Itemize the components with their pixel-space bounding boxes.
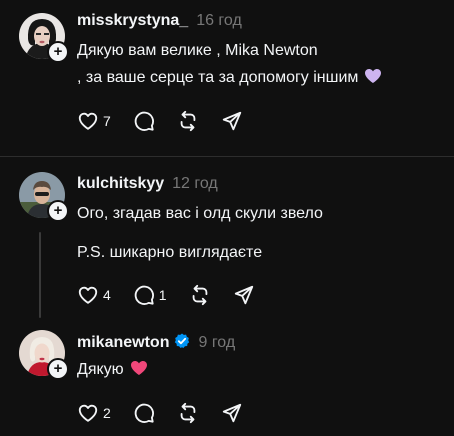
share-button[interactable] — [233, 284, 255, 306]
username[interactable]: kulchitskyy — [77, 175, 164, 193]
speech-bubble-icon — [134, 285, 154, 305]
comment-text-line-2: P.S. шикарно виглядаєте — [77, 244, 263, 261]
action-bar: 2 — [77, 402, 265, 424]
reply-button[interactable]: 1 — [133, 284, 167, 306]
repost-button[interactable] — [177, 402, 199, 424]
repost-arrows-icon — [180, 110, 196, 132]
repost-arrows-icon — [180, 402, 196, 424]
timestamp[interactable]: 12 год — [172, 175, 218, 193]
avatar-wrap[interactable]: + — [19, 13, 69, 63]
paper-plane-icon — [222, 111, 241, 131]
like-count: 4 — [103, 287, 111, 303]
repost-arrows-icon — [192, 284, 207, 306]
comment-item: + mikanewton 9 год Дякую 2 — [0, 318, 454, 436]
follow-plus-icon[interactable]: + — [47, 358, 69, 380]
heart-outline-icon — [78, 112, 98, 130]
comment-text: , за ваше серце та за допомогу іншим — [77, 69, 359, 86]
action-bar: 4 1 — [77, 284, 277, 306]
comment-text: Дякую — [77, 361, 124, 378]
username[interactable]: mikanewton — [77, 334, 169, 352]
reply-button[interactable] — [133, 110, 155, 132]
thread-line — [39, 232, 41, 318]
comment-header: mikanewton 9 год — [77, 331, 235, 352]
like-count: 2 — [103, 405, 111, 421]
pink-heart-icon — [130, 360, 148, 384]
reply-count: 1 — [158, 287, 167, 303]
comment-item: + misskrystyna_ 16 год Дякую вам велике … — [0, 0, 454, 156]
share-button[interactable] — [221, 110, 243, 132]
comment-header: misskrystyna_ 16 год — [77, 12, 242, 30]
avatar-wrap[interactable]: + — [19, 330, 69, 380]
timestamp[interactable]: 9 год — [198, 334, 235, 352]
avatar-wrap[interactable]: + — [19, 172, 69, 222]
like-button[interactable]: 2 — [77, 402, 111, 424]
repost-button[interactable] — [177, 110, 199, 132]
comment-text-line: Ого, згадав вас і олд скули звело — [77, 205, 323, 222]
verified-badge-icon — [174, 333, 190, 349]
comment-text-line: Дякую вам велике , Mika Newton — [77, 42, 318, 59]
speech-bubble-icon — [134, 111, 154, 131]
action-bar: 7 — [77, 110, 265, 132]
comment-item: + kulchitskyy 12 год Ого, згадав вас і о… — [0, 157, 454, 318]
comment-text-line-2: , за ваше серце та за допомогу іншим — [77, 66, 382, 92]
username[interactable]: misskrystyna_ — [77, 12, 188, 30]
like-button[interactable]: 7 — [77, 110, 111, 132]
comment-text-line: Дякую — [77, 358, 148, 384]
like-count: 7 — [103, 113, 111, 129]
share-button[interactable] — [221, 402, 243, 424]
heart-outline-icon — [78, 286, 98, 304]
reply-button[interactable] — [133, 402, 155, 424]
comment-header: kulchitskyy 12 год — [77, 175, 218, 193]
paper-plane-icon — [234, 285, 253, 305]
like-button[interactable]: 4 — [77, 284, 111, 306]
speech-bubble-icon — [134, 403, 154, 423]
repost-button[interactable] — [189, 284, 211, 306]
follow-plus-icon[interactable]: + — [47, 200, 69, 222]
purple-heart-icon — [364, 68, 382, 92]
timestamp[interactable]: 16 год — [196, 12, 242, 30]
heart-outline-icon — [78, 404, 98, 422]
paper-plane-icon — [222, 403, 241, 423]
follow-plus-icon[interactable]: + — [47, 41, 69, 63]
